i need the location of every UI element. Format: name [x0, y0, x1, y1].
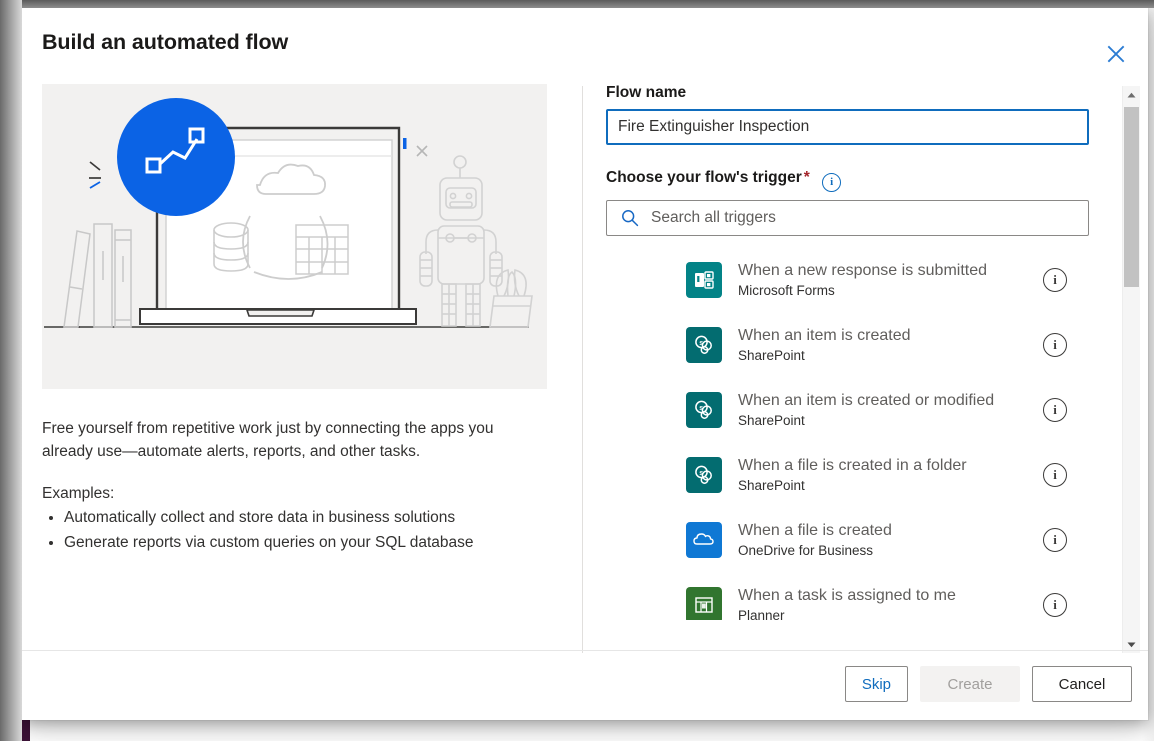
trigger-text: When a file is created in a folder Share…: [738, 455, 1043, 495]
trigger-list-item[interactable]: s When an item is created or modified Sh…: [606, 378, 1089, 443]
flow-name-label: Flow name: [606, 84, 687, 101]
trigger-connector: SharePoint: [738, 478, 805, 493]
trigger-list-viewport: When a new response is submitted Microso…: [606, 230, 1096, 620]
microsoft-forms-icon: [686, 262, 722, 298]
info-icon[interactable]: i: [1043, 528, 1067, 552]
sharepoint-icon: s: [686, 457, 722, 493]
close-icon[interactable]: [1100, 38, 1132, 70]
svg-text:s: s: [699, 405, 703, 412]
examples-list: Automatically collect and store data in …: [42, 505, 547, 555]
dialog-footer: Skip Create Cancel: [844, 666, 1132, 702]
required-asterisk: *: [803, 169, 810, 186]
planner-icon: [686, 587, 722, 620]
trigger-label: Choose your flow's trigger * i: [606, 169, 1096, 192]
sharepoint-icon: s: [686, 392, 722, 428]
build-automated-flow-dialog: Build an automated flow Free yourself fr…: [0, 0, 1154, 741]
info-icon[interactable]: i: [1043, 463, 1067, 487]
window-shadow-top: [0, 0, 1154, 8]
trigger-text: When a file is created OneDrive for Busi…: [738, 520, 1043, 560]
info-icon[interactable]: i: [1043, 268, 1067, 292]
trigger-list-item[interactable]: When a task is assigned to me Planner i: [606, 573, 1089, 620]
trigger-title: When a task is assigned to me: [738, 587, 956, 604]
trigger-text: When an item is created SharePoint: [738, 325, 1043, 365]
onedrive-icon: [686, 522, 722, 558]
trigger-list-item[interactable]: When a file is created OneDrive for Busi…: [606, 508, 1089, 573]
left-info-panel: Free yourself from repetitive work just …: [42, 84, 547, 555]
info-icon[interactable]: i: [1043, 593, 1067, 617]
list-item: Generate reports via custom queries on y…: [64, 530, 547, 555]
trigger-connector: Microsoft Forms: [738, 283, 835, 298]
trigger-text: When an item is created or modified Shar…: [738, 390, 1043, 430]
footer-separator: [22, 650, 1148, 651]
svg-text:s: s: [699, 470, 703, 477]
window-shadow-left: [0, 0, 22, 741]
illustration: [42, 84, 547, 389]
panel-description: Free yourself from repetitive work just …: [42, 420, 494, 460]
scroll-up-button[interactable]: [1123, 86, 1140, 103]
trigger-text: When a new response is submitted Microso…: [738, 260, 1043, 300]
automation-illustration-svg: [44, 98, 533, 328]
chevron-down-icon: [1127, 642, 1136, 647]
trigger-list-item[interactable]: s When a file is created in a folder Sha…: [606, 443, 1089, 508]
trigger-list-item[interactable]: s When an item is created SharePoint i: [606, 313, 1089, 378]
trigger-title: When a file is created in a folder: [738, 457, 967, 474]
list-item: Automatically collect and store data in …: [64, 505, 547, 530]
dialog-title: Build an automated flow: [42, 30, 289, 54]
skip-button[interactable]: Skip: [844, 666, 908, 702]
trigger-title: When a file is created: [738, 522, 892, 539]
trigger-title: When a new response is submitted: [738, 262, 988, 279]
trigger-title: When an item is created or modified: [738, 392, 995, 409]
trigger-title: When an item is created: [738, 327, 911, 344]
trigger-connector: OneDrive for Business: [738, 543, 874, 558]
flow-name-input[interactable]: [606, 109, 1089, 145]
right-form-panel: Flow name Choose your flow's trigger* i: [606, 84, 1096, 620]
info-icon[interactable]: i: [822, 172, 842, 192]
scrollbar-thumb[interactable]: [1124, 107, 1139, 287]
trigger-list-scrollbar[interactable]: [1122, 86, 1140, 653]
cancel-button[interactable]: Cancel: [1032, 666, 1132, 702]
trigger-list: When a new response is submitted Microso…: [606, 248, 1089, 620]
info-icon[interactable]: i: [1043, 398, 1067, 422]
trigger-connector: SharePoint: [738, 413, 805, 428]
close-glyph: [1107, 45, 1125, 63]
svg-text:s: s: [699, 340, 703, 347]
examples-label: Examples:: [42, 485, 115, 502]
trigger-text: When a task is assigned to me Planner: [738, 585, 1043, 620]
flow-badge: [117, 98, 235, 216]
trigger-list-item[interactable]: When a new response is submitted Microso…: [606, 248, 1089, 313]
chevron-up-icon: [1127, 92, 1136, 97]
info-icon[interactable]: i: [1043, 333, 1067, 357]
sharepoint-icon: s: [686, 327, 722, 363]
create-button[interactable]: Create: [920, 666, 1020, 702]
trigger-connector: Planner: [738, 608, 785, 620]
trigger-connector: SharePoint: [738, 348, 805, 363]
panel-divider: [582, 86, 583, 653]
screen: Build an automated flow Free yourself fr…: [0, 0, 1154, 741]
trigger-label-text: Choose your flow's trigger: [606, 169, 802, 186]
